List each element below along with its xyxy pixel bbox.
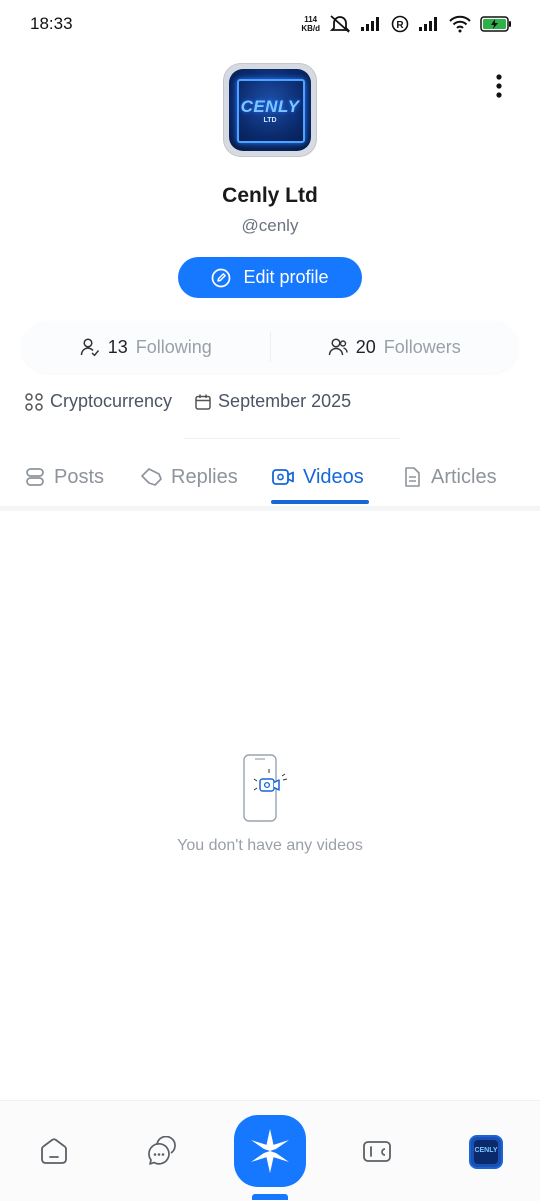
status-time: 18:33 bbox=[30, 14, 73, 33]
wifi-icon bbox=[449, 15, 471, 33]
signal-2-icon bbox=[419, 17, 437, 31]
tab-posts-label: Posts bbox=[54, 465, 105, 488]
svg-text:R: R bbox=[396, 20, 404, 31]
mute-bell-icon bbox=[329, 15, 351, 33]
edit-profile-label: Edit profile bbox=[243, 267, 329, 287]
empty-state bbox=[0, 753, 540, 825]
tab-posts[interactable]: Posts bbox=[24, 458, 104, 496]
status-icons: 114 KB/d R bbox=[301, 14, 512, 34]
avatar-image: CENLY LTD bbox=[229, 69, 311, 151]
tab-articles-label: Articles bbox=[431, 465, 497, 488]
status-bar: 18:33 114 KB/d R bbox=[0, 0, 540, 50]
video-icon bbox=[272, 469, 294, 485]
profile-avatar[interactable]: CENLY LTD bbox=[223, 63, 317, 157]
following-count: 13 bbox=[107, 336, 128, 357]
home-icon[interactable] bbox=[39, 1136, 69, 1166]
calendar-icon bbox=[195, 394, 211, 410]
tab-replies-label: Replies bbox=[171, 465, 238, 488]
posts-icon bbox=[26, 468, 44, 486]
section-divider bbox=[184, 438, 400, 439]
tab-videos-label: Videos bbox=[303, 465, 364, 488]
profile-meta: Cryptocurrency September 2025 bbox=[24, 391, 351, 412]
tab-articles[interactable]: Articles bbox=[401, 458, 497, 496]
speed-unit: KB/d bbox=[301, 24, 320, 33]
avatar-logo-subtext: LTD bbox=[263, 117, 277, 124]
users-icon bbox=[328, 338, 348, 356]
followers-stat[interactable]: 20 Followers bbox=[271, 337, 519, 358]
profile-name: Cenly Ltd bbox=[222, 184, 318, 207]
avatar-logo-text: CENLY bbox=[240, 97, 300, 116]
active-nav-indicator bbox=[252, 1194, 288, 1200]
signal-icon bbox=[361, 17, 379, 31]
profile-category: Cryptocurrency bbox=[50, 391, 173, 411]
speed-value: 114 bbox=[304, 15, 318, 24]
star-logo-icon bbox=[251, 1129, 289, 1173]
followers-count: 20 bbox=[355, 336, 376, 357]
replies-icon bbox=[141, 468, 162, 486]
empty-video-illustration-icon bbox=[243, 754, 288, 822]
nav-avatar-text: CENLY bbox=[474, 1147, 498, 1154]
user-check-icon bbox=[80, 338, 99, 357]
followers-label: Followers bbox=[383, 336, 461, 357]
compose-button[interactable] bbox=[234, 1115, 306, 1187]
profile-joined: September 2025 bbox=[218, 391, 352, 411]
active-tab-indicator bbox=[271, 500, 369, 504]
article-icon bbox=[405, 467, 420, 487]
tabs-border bbox=[0, 506, 540, 511]
empty-state-message: You don't have any videos bbox=[177, 837, 363, 854]
following-label: Following bbox=[135, 336, 212, 357]
category-icon bbox=[25, 392, 43, 411]
roaming-icon: R bbox=[391, 15, 409, 33]
tab-replies[interactable]: Replies bbox=[139, 458, 238, 496]
edit-icon bbox=[212, 268, 231, 287]
profile-handle: @cenly bbox=[241, 216, 299, 235]
follow-stats: 13 Following 20 Followers bbox=[22, 321, 518, 373]
wallet-icon[interactable] bbox=[362, 1136, 392, 1166]
network-speed: 114 KB/d bbox=[301, 15, 320, 33]
more-menu-icon[interactable] bbox=[486, 72, 512, 102]
battery-icon bbox=[480, 16, 511, 32]
profile-tabs: Posts Replies Videos Articles bbox=[0, 458, 540, 506]
tab-videos[interactable]: Videos bbox=[271, 458, 364, 496]
chat-icon[interactable] bbox=[147, 1136, 177, 1166]
edit-profile-button[interactable]: Edit profile bbox=[178, 257, 362, 298]
profile-nav-avatar[interactable]: CENLY bbox=[471, 1137, 501, 1167]
following-stat[interactable]: 13 Following bbox=[22, 337, 270, 358]
